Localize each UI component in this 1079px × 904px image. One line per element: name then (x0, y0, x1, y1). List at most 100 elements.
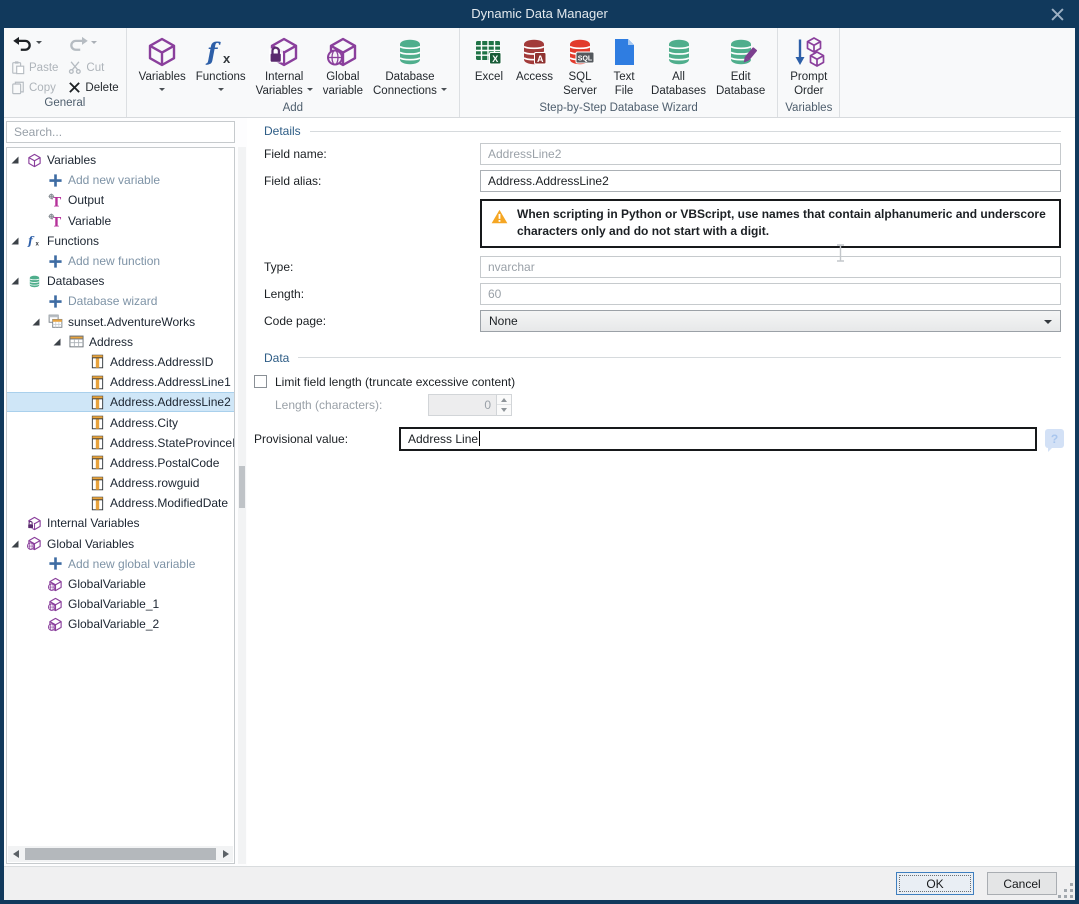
vertical-scroll-thumb[interactable] (239, 466, 245, 508)
warning-icon (491, 209, 508, 224)
ribbon-button-variables[interactable]: Variables (134, 29, 191, 94)
tree-item-sunset-adventureworks[interactable]: sunset.AdventureWorks (7, 312, 234, 332)
ribbon-button-excel[interactable]: XExcel (467, 29, 511, 85)
ribbon-button-label: Excel (475, 71, 503, 85)
variable-icon: T (48, 213, 63, 228)
tree-item-global-variables[interactable]: Global Variables (7, 534, 234, 554)
tree-item-address-rowguid[interactable]: Address.rowguid (7, 473, 234, 493)
tree-item-variables[interactable]: Variables (7, 150, 234, 170)
limit-field-length-checkbox[interactable] (254, 375, 267, 388)
type-label: Type: (264, 260, 480, 274)
ribbon-button-prompt-order[interactable]: PromptOrder (785, 29, 832, 98)
horizontal-scroll-thumb[interactable] (25, 848, 216, 860)
close-icon[interactable] (1047, 6, 1067, 23)
tree-item-globalvariable[interactable]: GlobalVariable (7, 574, 234, 594)
ribbon-button-label: SQL (569, 71, 592, 85)
column-icon (90, 415, 105, 430)
group-label-add: Add (134, 101, 452, 117)
ok-button[interactable]: OK (896, 872, 974, 895)
tree-item-databases[interactable]: Databases (7, 271, 234, 291)
column-icon (90, 455, 105, 470)
tree-item-label: Address (89, 335, 133, 349)
field-alias-input[interactable] (480, 170, 1061, 192)
tree-item-label: Address.rowguid (110, 476, 199, 490)
undo-button[interactable] (13, 36, 42, 52)
tree-item-label: Databases (47, 274, 104, 288)
svg-text:SQL: SQL (578, 55, 593, 62)
db-icon (663, 36, 695, 68)
code-page-dropdown[interactable]: None (480, 310, 1061, 332)
fx-icon: f x (205, 36, 237, 68)
ribbon-button-label: All (672, 71, 685, 85)
db-icon (27, 274, 42, 289)
ribbon-button-database-connections[interactable]: DatabaseConnections (368, 29, 452, 98)
window-border-left (0, 28, 4, 904)
ribbon-button-sql-server[interactable]: SQLSQLServer (558, 29, 602, 98)
tree-item-internal-variables[interactable]: Internal Variables (7, 513, 234, 533)
tree-item-functions[interactable]: f xFunctions (7, 231, 234, 251)
details-section-heading: Details (264, 124, 1061, 138)
ribbon-button-label: Prompt (790, 71, 827, 85)
tree-item-label: Add new global variable (68, 557, 195, 571)
tree-item-address-addressline2[interactable]: Address.AddressLine2 (7, 392, 234, 412)
search-input[interactable] (6, 121, 235, 143)
tree-item-label: Variables (47, 153, 96, 167)
delete-button[interactable]: Delete (68, 79, 118, 96)
copy-button: Copy (11, 79, 58, 96)
horizontal-scrollbar[interactable] (8, 846, 233, 862)
tree-item-label: Address.City (110, 416, 178, 430)
tree-item-address-stateprovinceid[interactable]: Address.StateProvinceID (7, 433, 234, 453)
ribbon-button-access[interactable]: AAccess (511, 29, 558, 85)
length-characters-stepper: 0 (428, 394, 512, 416)
ribbon-button-label: Database (385, 71, 434, 85)
tree-item-add-new-global-variable[interactable]: Add new global variable (7, 554, 234, 574)
group-label-step-by-step-database-wizard: Step-by-Step Database Wizard (467, 101, 770, 117)
tree-item-label: Variable (68, 214, 111, 228)
resize-grip[interactable] (1058, 883, 1073, 898)
tree-item-label: GlobalVariable (68, 577, 146, 591)
undo-icon (13, 36, 33, 52)
tree-item-address[interactable]: Address (7, 332, 234, 352)
scroll-right-icon[interactable] (218, 846, 233, 862)
ribbon-button-global-variable[interactable]: Globalvariable (318, 29, 368, 98)
tree-item-address-modifieddate[interactable]: Address.ModifiedDate (7, 493, 234, 513)
length-characters-label: Length (characters): (275, 398, 428, 412)
tree-item-variable[interactable]: T Variable (7, 211, 234, 231)
tree-item-address-postalcode[interactable]: Address.PostalCode (7, 453, 234, 473)
ribbon-button-internal-variables[interactable]: InternalVariables (251, 29, 318, 98)
column-icon (90, 395, 105, 410)
db-icon (394, 36, 426, 68)
ribbon-button-text-file[interactable]: TextFile (602, 29, 646, 98)
tree-item-output[interactable]: T Output (7, 190, 234, 210)
scroll-left-icon[interactable] (8, 846, 23, 862)
tree-item-label: Address.AddressLine2 (110, 395, 231, 409)
expand-arrow-icon (10, 276, 20, 286)
tree-item-address-addressline1[interactable]: Address.AddressLine1 (7, 372, 234, 392)
vertical-scrollbar[interactable] (238, 147, 246, 864)
provisional-value-input[interactable]: Address Line (399, 427, 1037, 451)
cancel-button[interactable]: Cancel (987, 872, 1057, 895)
tree-item-add-new-variable[interactable]: Add new variable (7, 170, 234, 190)
expand-arrow-icon (10, 155, 20, 165)
tree-item-add-new-function[interactable]: Add new function (7, 251, 234, 271)
ribbon-button-label: Variables (256, 85, 313, 99)
tree-item-database-wizard[interactable]: Database wizard (7, 291, 234, 311)
ribbon-button-all-databases[interactable]: AllDatabases (646, 29, 711, 98)
tree-item-label: Address.StateProvinceID (110, 436, 235, 450)
tree-item-globalvariable-1[interactable]: GlobalVariable_1 (7, 594, 234, 614)
tree-item-globalvariable-2[interactable]: GlobalVariable_2 (7, 614, 234, 634)
expand-arrow-icon (52, 337, 62, 347)
ribbon-button-edit-database[interactable]: EditDatabase (711, 29, 770, 98)
paste-icon (11, 60, 25, 75)
plus-icon (48, 294, 63, 309)
tree-item-address-city[interactable]: Address.City (7, 412, 234, 432)
length-input (480, 283, 1061, 305)
stepper-up-icon (497, 395, 511, 406)
cube-lock-icon (268, 36, 300, 68)
tree-item-label: Database wizard (68, 294, 157, 308)
ribbon-button-functions[interactable]: f xFunctions (191, 29, 251, 94)
fx-icon: f x (27, 233, 42, 248)
svg-text:f: f (27, 234, 35, 248)
tree-item-address-addressid[interactable]: Address.AddressID (7, 352, 234, 372)
text-caret (479, 431, 480, 446)
